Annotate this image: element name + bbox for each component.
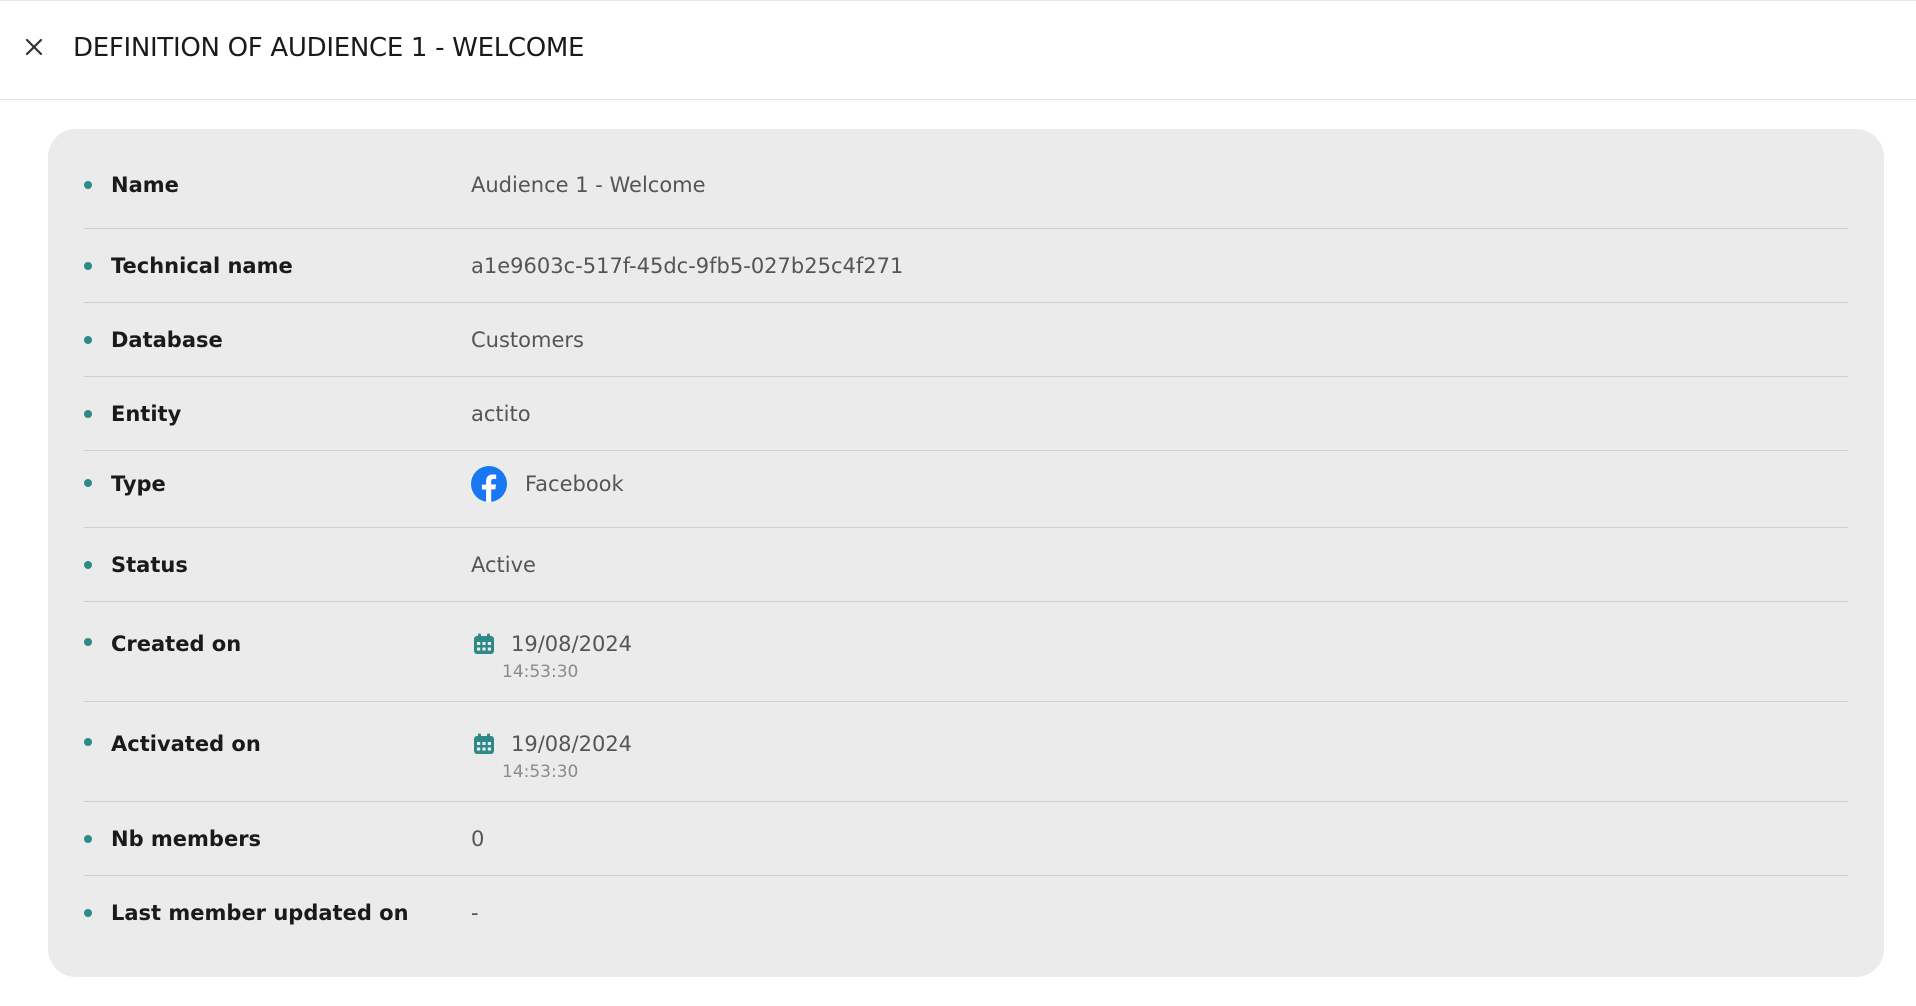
page-title: DEFINITION OF AUDIENCE 1 - WELCOME	[73, 33, 585, 63]
calendar-icon	[474, 733, 494, 754]
field-value-status: Active	[471, 552, 536, 577]
bullet-icon	[84, 738, 92, 746]
close-button[interactable]	[18, 31, 50, 63]
field-value-name: Audience 1 - Welcome	[471, 173, 706, 198]
field-row-type: Type Facebook	[84, 451, 1848, 528]
field-value-activated-on: 19/08/2024 14:53:30	[471, 732, 632, 782]
calendar-icon	[474, 633, 494, 654]
close-icon	[25, 38, 43, 56]
field-value-nb-members: 0	[471, 826, 485, 851]
field-value-technical-name: a1e9603c-517f-45dc-9fb5-027b25c4f271	[471, 253, 904, 278]
facebook-icon	[471, 466, 507, 503]
field-row-database: Database Customers	[84, 303, 1848, 377]
field-label: Entity	[111, 401, 182, 426]
field-row-technical-name: Technical name a1e9603c-517f-45dc-9fb5-0…	[84, 229, 1848, 303]
field-label: Last member updated on	[111, 901, 409, 925]
field-row-entity: Entity actito	[84, 377, 1848, 451]
field-row-last-member-updated-on: Last member updated on -	[84, 876, 1848, 950]
field-row-activated-on: Activated on 19/08/2024 14:53:30	[84, 702, 1848, 802]
created-date: 19/08/2024	[511, 632, 633, 656]
field-label: Nb members	[111, 826, 262, 851]
date-line: 19/08/2024	[471, 732, 632, 756]
field-label: Activated on	[111, 732, 261, 756]
field-label: Type	[111, 472, 166, 497]
field-row-nb-members: Nb members 0	[84, 802, 1848, 876]
activated-time: 14:53:30	[502, 762, 579, 782]
definition-card: Name Audience 1 - Welcome Technical name…	[48, 129, 1884, 977]
bullet-icon	[84, 638, 92, 646]
field-row-status: Status Active	[84, 528, 1848, 602]
field-label: Name	[111, 173, 179, 198]
bullet-icon	[84, 335, 92, 344]
bullet-icon	[84, 261, 92, 270]
field-row-name: Name Audience 1 - Welcome	[84, 129, 1848, 229]
bullet-icon	[84, 181, 92, 190]
activated-date: 19/08/2024	[511, 732, 633, 756]
field-label: Database	[111, 327, 223, 352]
dialog-header: DEFINITION OF AUDIENCE 1 - WELCOME	[0, 1, 1916, 100]
field-value-database: Customers	[471, 327, 584, 352]
bullet-icon	[84, 478, 92, 487]
bullet-icon	[84, 409, 92, 418]
field-label: Status	[111, 552, 188, 577]
created-time: 14:53:30	[502, 662, 579, 682]
bullet-icon	[84, 834, 92, 843]
field-value-type: Facebook	[471, 466, 624, 503]
bullet-icon	[84, 560, 92, 569]
type-text: Facebook	[525, 472, 624, 497]
field-row-created-on: Created on 19/08/2024 14:53:30	[84, 602, 1848, 702]
field-label: Created on	[111, 632, 242, 656]
field-label: Technical name	[111, 253, 293, 278]
field-value-last-member-updated-on: -	[471, 901, 479, 925]
bullet-icon	[84, 909, 92, 917]
date-line: 19/08/2024	[471, 632, 632, 656]
field-value-created-on: 19/08/2024 14:53:30	[471, 632, 632, 682]
field-value-entity: actito	[471, 401, 531, 426]
